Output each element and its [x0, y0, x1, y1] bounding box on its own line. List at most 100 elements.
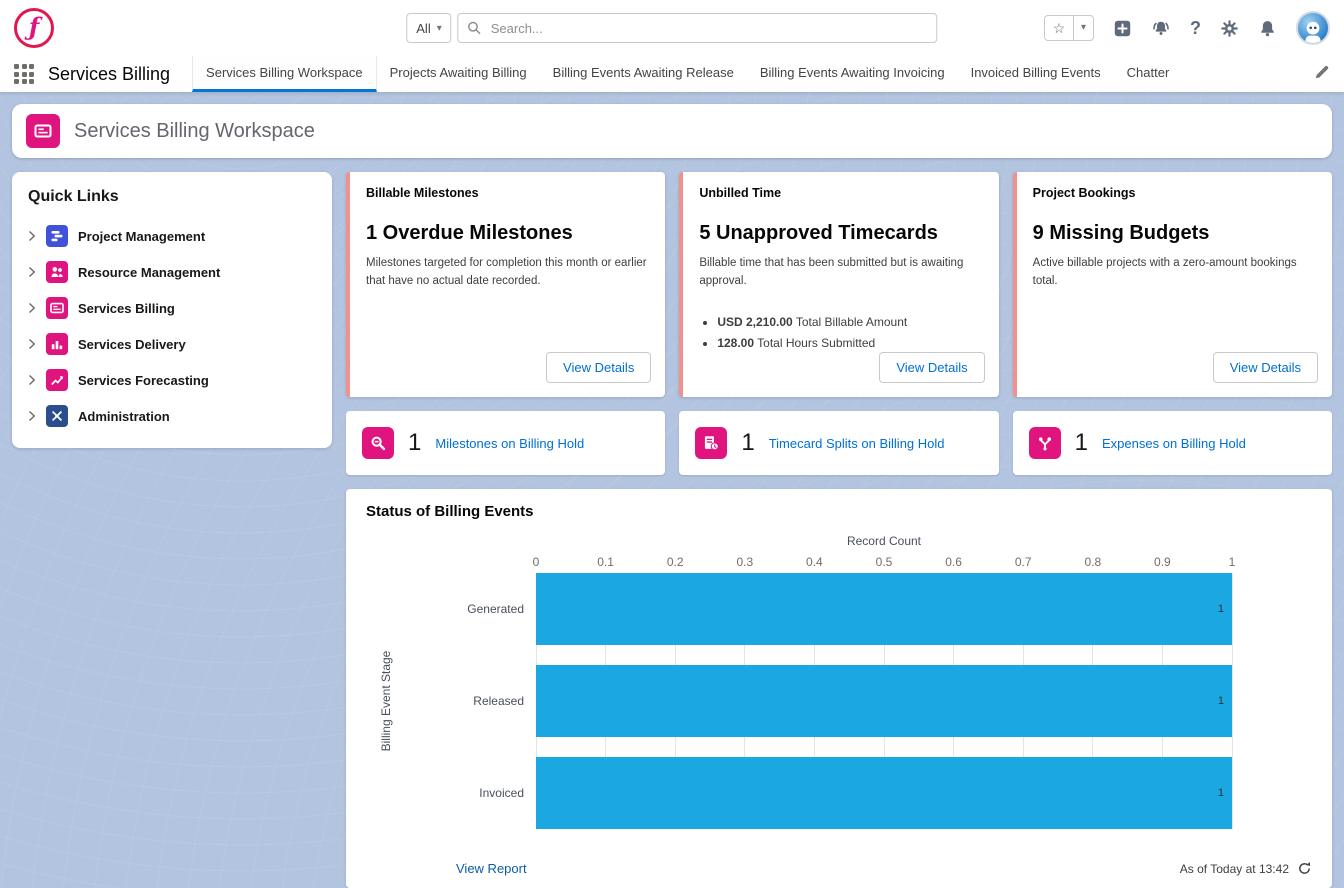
- y-axis-category-labels: Generated Released Invoiced: [406, 573, 536, 829]
- status-of-billing-events-card: Status of Billing Events Record Count 00…: [346, 489, 1332, 888]
- view-details-button[interactable]: View Details: [546, 352, 651, 383]
- tab-billing-events-awaiting-invoicing[interactable]: Billing Events Awaiting Invoicing: [747, 56, 958, 92]
- milestone-hold-icon: [362, 427, 394, 459]
- global-header: ƒ All ▾ ☆ ▾ ?: [0, 0, 1344, 56]
- services-delivery-icon: [46, 333, 68, 355]
- quick-link-resource-management[interactable]: Resource Management: [28, 254, 316, 290]
- x-tick-label: 0.4: [806, 555, 823, 569]
- app-nav-bar: Services Billing Services Billing Worksp…: [0, 56, 1344, 92]
- search-icon: [467, 20, 483, 36]
- search-scope-button[interactable]: All ▾: [406, 13, 451, 43]
- chart-bar: 1: [536, 757, 1232, 829]
- user-avatar[interactable]: [1296, 11, 1330, 45]
- quick-link-services-delivery[interactable]: Services Delivery: [28, 326, 316, 362]
- quick-link-label: Administration: [78, 409, 170, 424]
- tab-billing-events-awaiting-release[interactable]: Billing Events Awaiting Release: [540, 56, 747, 92]
- unbilled-time-card: Unbilled Time 5 Unapproved Timecards Bil…: [679, 172, 998, 397]
- page-header: Services Billing Workspace: [12, 104, 1332, 158]
- edit-page-pencil-icon[interactable]: [1314, 64, 1330, 85]
- bar-row: 1: [536, 573, 1232, 645]
- favorites-dropdown-icon[interactable]: ▾: [1073, 16, 1093, 40]
- quick-link-administration[interactable]: Administration: [28, 398, 316, 434]
- global-add-icon[interactable]: [1113, 19, 1132, 38]
- card-description: Milestones targeted for completion this …: [366, 255, 649, 291]
- main-content: Services Billing Workspace Quick Links P…: [0, 92, 1344, 888]
- app-launcher-icon[interactable]: [14, 64, 34, 84]
- category-label: Released: [406, 665, 536, 737]
- chart-x-axis-header: Record Count 00.10.20.30.40.50.60.70.80.…: [366, 534, 1312, 571]
- bar-value-label: 1: [1218, 787, 1232, 799]
- nav-tabs: Services Billing Workspace Projects Awai…: [192, 56, 1182, 92]
- as-of-timestamp: As of Today at 13:42: [1180, 861, 1312, 876]
- quick-links-panel: Quick Links Project Management Resource …: [12, 172, 332, 448]
- quick-link-services-forecasting[interactable]: Services Forecasting: [28, 362, 316, 398]
- quick-link-label: Services Delivery: [78, 337, 186, 352]
- announcements-icon[interactable]: [1151, 18, 1171, 38]
- search-input[interactable]: [458, 13, 938, 43]
- view-report-link[interactable]: View Report: [456, 861, 527, 876]
- chevron-right-icon: [28, 338, 36, 350]
- search-box: [458, 13, 938, 43]
- expenses-hold-card: 1 Expenses on Billing Hold: [1013, 411, 1332, 475]
- refresh-icon[interactable]: [1297, 861, 1312, 876]
- quick-link-label: Project Management: [78, 229, 205, 244]
- x-tick-label: 0.1: [597, 555, 614, 569]
- tab-services-billing-workspace[interactable]: Services Billing Workspace: [192, 56, 377, 92]
- administration-icon: [46, 405, 68, 427]
- setup-gear-icon[interactable]: [1220, 19, 1239, 38]
- as-of-text: As of Today at 13:42: [1180, 862, 1289, 876]
- chart-bar: 1: [536, 665, 1232, 737]
- chart-plot-area: 1 1 1: [536, 573, 1232, 829]
- card-header: Project Bookings: [1033, 186, 1316, 200]
- tab-projects-awaiting-billing[interactable]: Projects Awaiting Billing: [377, 56, 540, 92]
- tab-invoiced-billing-events[interactable]: Invoiced Billing Events: [958, 56, 1114, 92]
- metric-cards-row: Billable Milestones 1 Overdue Milestones…: [346, 172, 1332, 397]
- bullet-item: 128.00 Total Hours Submitted: [717, 336, 982, 350]
- x-tick-label: 0.3: [736, 555, 753, 569]
- x-tick-label: 0.6: [945, 555, 962, 569]
- quick-link-services-billing[interactable]: Services Billing: [28, 290, 316, 326]
- card-description: Billable time that has been submitted bu…: [699, 255, 982, 291]
- quick-link-label: Resource Management: [78, 265, 220, 280]
- chevron-right-icon: [28, 410, 36, 422]
- services-forecasting-icon: [46, 369, 68, 391]
- bar-value-label: 1: [1218, 603, 1232, 615]
- expense-hold-icon: [1029, 427, 1061, 459]
- bar-value-label: 1: [1218, 695, 1232, 707]
- view-details-button[interactable]: View Details: [1213, 352, 1318, 383]
- x-tick-label: 0.8: [1084, 555, 1101, 569]
- milestones-hold-card: 1 Milestones on Billing Hold: [346, 411, 665, 475]
- services-billing-icon: [46, 297, 68, 319]
- hold-count: 1: [1075, 429, 1088, 457]
- x-tick-label: 0: [533, 555, 540, 569]
- x-tick-label: 0.7: [1015, 555, 1032, 569]
- card-header: Billable Milestones: [366, 186, 649, 200]
- bar-row: 1: [536, 665, 1232, 737]
- chevron-down-icon: ▾: [437, 23, 442, 34]
- card-header: Unbilled Time: [699, 186, 982, 200]
- card-bullet-list: USD 2,210.00 Total Billable Amount 128.0…: [717, 315, 982, 350]
- x-tick-label: 1: [1229, 555, 1236, 569]
- dashboard-column: Billable Milestones 1 Overdue Milestones…: [346, 172, 1332, 888]
- app-name: Services Billing: [48, 64, 170, 85]
- milestones-hold-link[interactable]: Milestones on Billing Hold: [435, 436, 584, 451]
- card-title: 1 Overdue Milestones: [366, 222, 649, 245]
- company-logo: ƒ: [14, 8, 54, 48]
- notifications-bell-icon[interactable]: [1258, 19, 1277, 38]
- favorites-star-icon[interactable]: ☆: [1045, 16, 1073, 40]
- card-title: 5 Unapproved Timecards: [699, 222, 982, 245]
- help-icon[interactable]: ?: [1190, 18, 1201, 39]
- quick-link-project-management[interactable]: Project Management: [28, 218, 316, 254]
- favorites-button-group: ☆ ▾: [1044, 15, 1094, 41]
- view-details-button[interactable]: View Details: [879, 352, 984, 383]
- expenses-hold-link[interactable]: Expenses on Billing Hold: [1102, 436, 1246, 451]
- x-tick-label: 0.9: [1154, 555, 1171, 569]
- page-title: Services Billing Workspace: [74, 120, 315, 143]
- timecard-splits-hold-link[interactable]: Timecard Splits on Billing Hold: [769, 436, 945, 451]
- tab-chatter[interactable]: Chatter: [1114, 56, 1183, 92]
- timecard-hold-icon: [695, 427, 727, 459]
- quick-link-label: Services Forecasting: [78, 373, 209, 388]
- card-description: Active billable projects with a zero-amo…: [1033, 255, 1316, 291]
- chart-bar: 1: [536, 573, 1232, 645]
- project-management-icon: [46, 225, 68, 247]
